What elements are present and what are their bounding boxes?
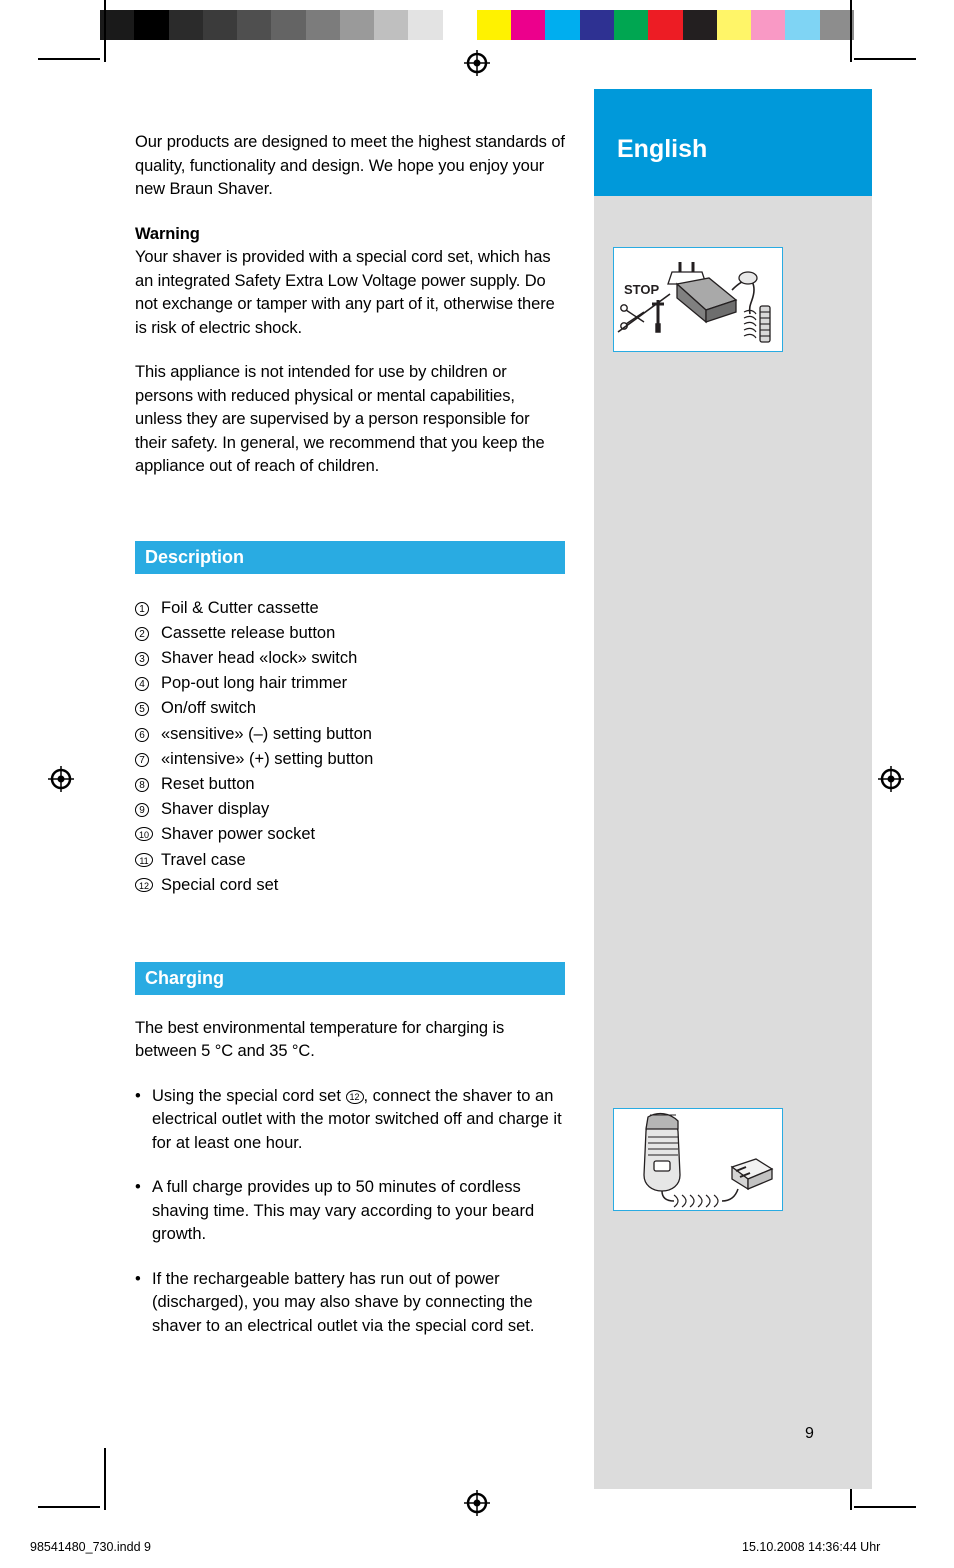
- description-list-item: 12 Special cord set: [135, 873, 565, 898]
- footer-timestamp: 15.10.2008 14:36:44 Uhr: [742, 1540, 881, 1554]
- description-item-label: Travel case: [161, 850, 246, 869]
- description-list-item: 8 Reset button: [135, 772, 565, 797]
- description-item-label: Reset button: [161, 774, 255, 793]
- description-item-label: On/off switch: [161, 699, 257, 718]
- charging-bullet-list: • Using the special cord set 12, connect …: [135, 1085, 565, 1339]
- description-list-item: 4 Pop-out long hair trimmer: [135, 671, 565, 696]
- description-list-item: 9 Shaver display: [135, 797, 565, 822]
- description-item-label: «sensitive» (–) setting button: [161, 724, 372, 743]
- charging-intro-paragraph: The best environmental temperature for c…: [135, 1018, 505, 1061]
- description-item-number: 8: [135, 772, 161, 796]
- description-item-number: 5: [135, 696, 161, 720]
- description-item-number: 7: [135, 747, 161, 771]
- charging-bullet-item: • A full charge provides up to 50 minutes…: [135, 1176, 565, 1247]
- charging-bullet-item: • If the rechargeable battery has run out…: [135, 1268, 565, 1339]
- description-item-number: 9: [135, 797, 161, 821]
- main-text-column: Our products are designed to meet the hi…: [135, 131, 565, 1338]
- warning-heading: Warning: [135, 224, 200, 243]
- bullet-dot-icon: •: [135, 1178, 141, 1197]
- description-item-label: Shaver power socket: [161, 825, 316, 844]
- language-header-bar: English: [594, 89, 872, 196]
- description-section-heading: Description: [135, 540, 565, 574]
- description-list-item: 3 Shaver head «lock» switch: [135, 646, 565, 671]
- description-item-number: 3: [135, 646, 161, 670]
- description-item-label: «intensive» (+) setting button: [161, 749, 374, 768]
- description-item-number: 4: [135, 671, 161, 695]
- description-list-item: 7 «intensive» (+) setting button: [135, 747, 565, 772]
- warning-paragraph: Your shaver is provided with a special c…: [135, 248, 555, 337]
- description-item-number: 2: [135, 621, 161, 645]
- charging-section-heading: Charging: [135, 961, 565, 995]
- description-item-number: 10: [135, 822, 161, 846]
- description-list: 1 Foil & Cutter cassette 2 Cassette release…: [135, 596, 565, 898]
- description-item-number: 12: [135, 873, 161, 897]
- charging-bullet-text: If the rechargeable battery has run out …: [152, 1269, 535, 1335]
- description-list-item: 2 Cassette release button: [135, 621, 565, 646]
- figure-stop-label: STOP: [624, 282, 659, 297]
- charging-bullet-text: A full charge provides up to 50 minutes …: [152, 1178, 535, 1244]
- description-list-item: 11 Travel case: [135, 848, 565, 873]
- intro-paragraph: Our products are designed to meet the hi…: [135, 133, 565, 198]
- description-item-label: Pop-out long hair trimmer: [161, 674, 348, 693]
- description-item-label: Shaver head «lock» switch: [161, 648, 358, 667]
- warning-paragraph-2: This appliance is not intended for use b…: [135, 363, 545, 475]
- inline-reference-number: 12: [345, 1089, 364, 1104]
- description-list-item: 6 «sensitive» (–) setting button: [135, 722, 565, 747]
- description-item-label: Special cord set: [161, 875, 279, 894]
- description-list-item: 1 Foil & Cutter cassette: [135, 596, 565, 621]
- charging-bullet-item: • Using the special cord set 12, connect …: [135, 1085, 565, 1156]
- description-item-number: 11: [135, 848, 161, 872]
- bullet-dot-icon: •: [135, 1269, 141, 1288]
- description-item-label: Cassette release button: [161, 623, 336, 642]
- bullet-dot-icon: •: [135, 1086, 141, 1105]
- warning-block: Warning Your shaver is provided with a s…: [135, 223, 565, 341]
- description-item-number: 6: [135, 722, 161, 746]
- language-title: English: [617, 135, 708, 163]
- description-item-label: Foil & Cutter cassette: [161, 598, 319, 617]
- description-list-item: 10 Shaver power socket: [135, 822, 565, 847]
- page-number: 9: [805, 1425, 814, 1442]
- description-list-item: 5 On/off switch: [135, 696, 565, 721]
- manual-page: English STOP 9 Our products are designed…: [0, 0, 954, 1568]
- description-item-label: Shaver display: [161, 800, 270, 819]
- footer-file-info: 98541480_730.indd 9: [30, 1540, 151, 1554]
- charging-bullet-text: Using the special cord set 12, connect t…: [152, 1086, 562, 1152]
- special-cord-set-figure: STOP: [613, 247, 783, 352]
- charging-figure: [613, 1108, 783, 1211]
- description-item-number: 1: [135, 596, 161, 620]
